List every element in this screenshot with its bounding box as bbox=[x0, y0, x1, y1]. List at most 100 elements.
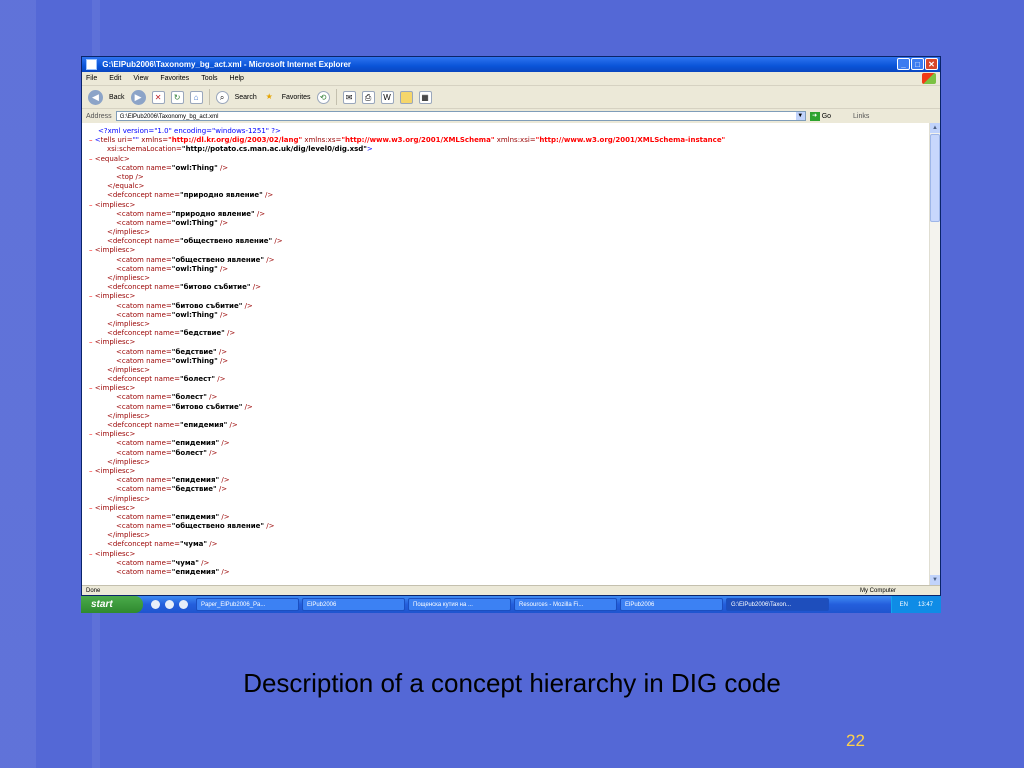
taskbar-item[interactable]: Paper_ElPub2006_Pa... bbox=[196, 598, 299, 611]
xml-token: <defconcept name= bbox=[107, 283, 180, 292]
minimize-button[interactable]: _ bbox=[897, 58, 910, 70]
xml-line: <catom name="owl:Thing" /> bbox=[89, 265, 924, 274]
xml-line: xsi:schemaLocation="http://potato.cs.man… bbox=[89, 145, 924, 154]
xml-token: "природно явление" bbox=[179, 191, 263, 200]
xml-token: <impliesc> bbox=[94, 549, 136, 558]
xml-token: <catom name= bbox=[116, 255, 172, 264]
back-label[interactable]: Back bbox=[109, 94, 125, 101]
history-icon[interactable]: ⟲ bbox=[316, 90, 330, 104]
clock: 13:47 bbox=[917, 601, 933, 608]
xml-token: <catom name= bbox=[116, 301, 172, 310]
xml-token: /> bbox=[219, 568, 230, 576]
refresh-icon[interactable]: ↻ bbox=[170, 90, 184, 104]
edit-icon[interactable]: W bbox=[380, 90, 394, 104]
menu-help[interactable]: Help bbox=[230, 72, 244, 85]
links-label[interactable]: Links bbox=[853, 113, 869, 120]
xml-line[interactable]: – <impliesc> bbox=[89, 292, 924, 301]
go-arrow-icon: ➜ bbox=[809, 111, 820, 121]
xml-line[interactable]: – <impliesc> bbox=[89, 550, 924, 559]
menu-bar: File Edit View Favorites Tools Help bbox=[82, 72, 940, 86]
xml-line: <catom name="епидемия" /> bbox=[89, 439, 924, 448]
chevron-down-icon[interactable]: ▼ bbox=[795, 112, 805, 120]
favorites-label[interactable]: Favorites bbox=[282, 94, 311, 101]
research-icon[interactable]: ▦ bbox=[418, 90, 432, 104]
title-bar[interactable]: G:\ElPub2006\Taxonomy_bg_act.xml - Micro… bbox=[82, 57, 940, 72]
maximize-button[interactable]: □ bbox=[911, 58, 924, 70]
xml-line: <catom name="болест" /> bbox=[89, 449, 924, 458]
menu-file[interactable]: File bbox=[86, 72, 97, 85]
home-icon[interactable]: ⌂ bbox=[189, 90, 203, 104]
xml-line: </impliesc> bbox=[89, 228, 924, 237]
xml-token: /> bbox=[242, 301, 253, 310]
scroll-up-icon[interactable]: ▲ bbox=[930, 123, 940, 133]
xml-line: </impliesc> bbox=[89, 531, 924, 540]
xml-token: <impliesc> bbox=[94, 292, 136, 301]
taskbar-item[interactable]: Пощенска кутия на ... bbox=[408, 598, 511, 611]
xml-token: "owl:Thing" bbox=[171, 356, 218, 365]
back-arrow-icon[interactable]: ◀ bbox=[88, 89, 103, 105]
slide-caption: Description of a concept hierarchy in DI… bbox=[243, 668, 781, 698]
xml-token: </impliesc> bbox=[107, 494, 150, 503]
print-icon[interactable]: ⎙ bbox=[361, 90, 375, 104]
menu-edit[interactable]: Edit bbox=[109, 72, 121, 85]
taskbar-item-active[interactable]: G:\ElPub2006\Taxon... bbox=[726, 598, 829, 611]
xml-token: "обществено явление" bbox=[171, 522, 265, 531]
vertical-scrollbar[interactable]: ▲ ▼ bbox=[929, 123, 940, 585]
folder-icon[interactable] bbox=[399, 90, 413, 104]
menu-tools[interactable]: Tools bbox=[201, 72, 217, 85]
quick-launch-ie-icon[interactable] bbox=[165, 600, 174, 609]
quick-launch-desktop-icon[interactable] bbox=[179, 600, 188, 609]
xml-line: <catom name="епидемия" /> bbox=[89, 513, 924, 522]
forward-arrow-icon[interactable]: ▶ bbox=[130, 89, 146, 105]
xml-line[interactable]: – <impliesc> bbox=[89, 201, 924, 210]
xml-token: "болест" bbox=[179, 375, 216, 384]
xml-line[interactable]: – <impliesc> bbox=[89, 384, 924, 393]
xml-token: "чума" bbox=[179, 540, 208, 549]
xml-token: "битово събитие" bbox=[179, 283, 251, 292]
xml-token: <catom name= bbox=[116, 476, 172, 485]
scroll-down-icon[interactable]: ▼ bbox=[930, 575, 940, 585]
start-button[interactable]: start bbox=[81, 596, 143, 613]
xml-line[interactable]: – <tells uri="" xmlns="http://dl.kr.org/… bbox=[89, 136, 924, 145]
address-input[interactable]: G:\ElPub2006\Taxonomy_bg_act.xml ▼ bbox=[115, 111, 806, 121]
go-button[interactable]: ➜ Go bbox=[809, 111, 831, 121]
security-zone: My Computer bbox=[859, 588, 896, 594]
xml-line: <catom name="обществено явление" /> bbox=[89, 522, 924, 531]
close-button[interactable]: ✕ bbox=[925, 58, 938, 70]
xml-line: </equalc> bbox=[89, 182, 924, 191]
mail-icon[interactable]: ✉ bbox=[342, 90, 356, 104]
xml-line[interactable]: – <impliesc> bbox=[89, 467, 924, 476]
xml-line[interactable]: – <impliesc> bbox=[89, 338, 924, 347]
menu-favorites[interactable]: Favorites bbox=[160, 72, 189, 85]
xml-token: "бедствие" bbox=[171, 347, 217, 356]
taskbar-item[interactable]: ElPub2006 bbox=[620, 598, 723, 611]
xml-token: <equalc> bbox=[94, 154, 130, 163]
favorites-star-icon[interactable]: ★ bbox=[263, 91, 276, 104]
xml-token: </equalc> bbox=[107, 182, 145, 191]
quick-launch-opera-icon[interactable] bbox=[151, 600, 160, 609]
stop-icon[interactable]: ✕ bbox=[151, 90, 165, 104]
xml-line[interactable]: – <equalc> bbox=[89, 155, 924, 164]
document-view[interactable]: <?xml version="1.0" encoding="windows-12… bbox=[82, 123, 940, 585]
windows-logo-icon bbox=[922, 73, 936, 84]
xml-token: "чума" bbox=[171, 558, 199, 567]
taskbar-item[interactable]: ElPub2006 bbox=[302, 598, 405, 611]
xml-token: <catom name= bbox=[116, 209, 172, 218]
xml-token: "болест" bbox=[171, 393, 207, 402]
taskbar-item[interactable]: Resources - Mozilla Fi... bbox=[514, 598, 617, 611]
xml-token: /> bbox=[217, 356, 229, 365]
xml-token: <?xml version="1.0" encoding="windows-12… bbox=[98, 127, 281, 135]
xml-token: /> bbox=[264, 522, 275, 531]
xml-token: xmlns= bbox=[139, 136, 169, 145]
language-indicator[interactable]: EN bbox=[900, 602, 908, 608]
xml-line[interactable]: – <impliesc> bbox=[89, 430, 924, 439]
scroll-thumb[interactable] bbox=[930, 134, 940, 222]
xml-line[interactable]: – <impliesc> bbox=[89, 504, 924, 513]
xml-line[interactable]: – <impliesc> bbox=[89, 246, 924, 255]
menu-view[interactable]: View bbox=[133, 72, 148, 85]
search-icon[interactable]: ⌕ bbox=[215, 90, 229, 104]
xml-token: "owl:Thing" bbox=[171, 264, 218, 273]
ie-page-icon bbox=[86, 59, 97, 71]
xml-token: <catom name= bbox=[116, 402, 172, 411]
search-label[interactable]: Search bbox=[235, 94, 257, 101]
